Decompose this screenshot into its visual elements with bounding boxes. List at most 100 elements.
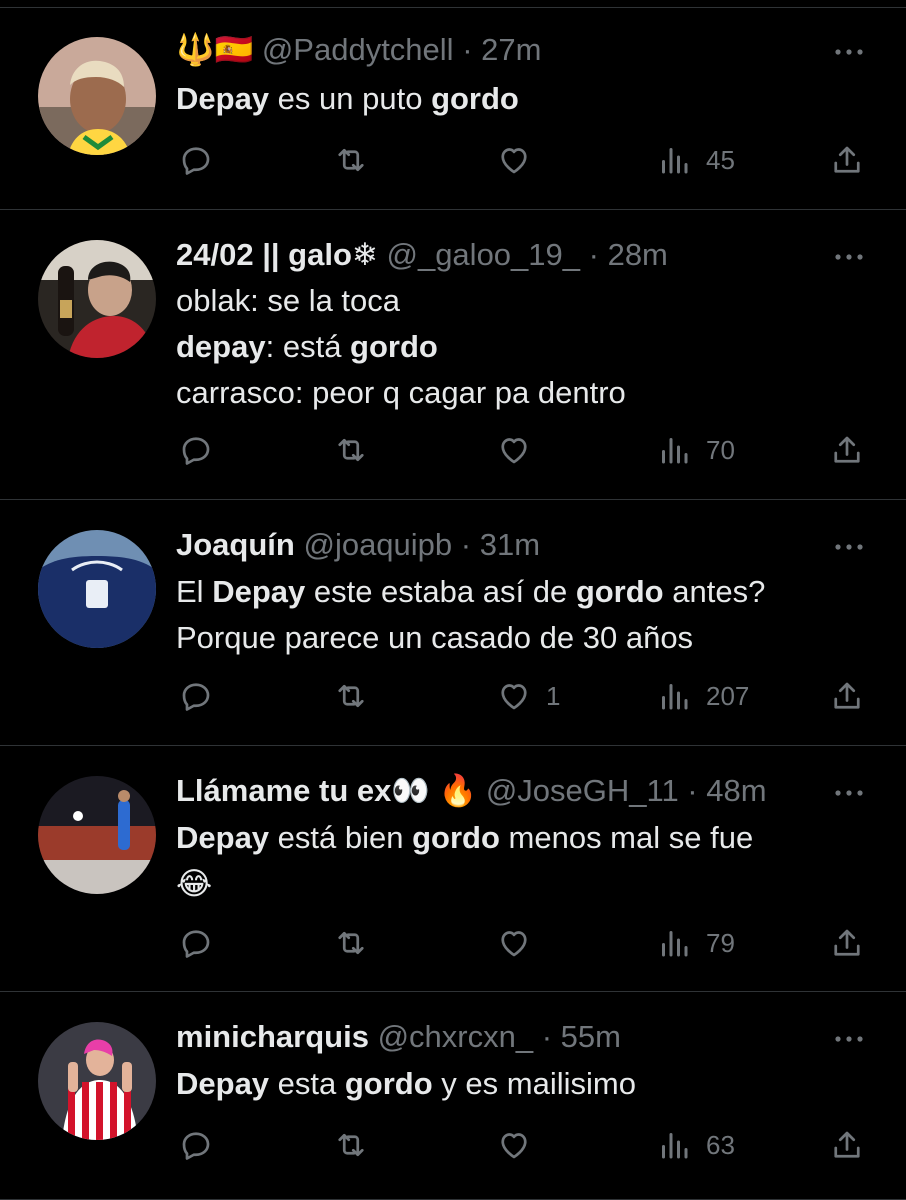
handle[interactable]: @JoseGH_11: [486, 773, 679, 808]
views-button[interactable]: 70: [656, 428, 735, 472]
retweet-button[interactable]: [333, 428, 369, 472]
retweet-button[interactable]: [333, 1123, 369, 1167]
reply-button[interactable]: [178, 674, 214, 718]
reply-icon: [178, 925, 214, 961]
handle[interactable]: @joaquipb: [303, 527, 452, 562]
views-icon: [656, 678, 692, 714]
tweet[interactable]: Joaquín @joaquipb · 31m El Depay este est…: [0, 500, 906, 746]
like-button[interactable]: 1: [496, 674, 560, 718]
retweet-button[interactable]: [333, 674, 369, 718]
view-count: 207: [706, 680, 750, 711]
tweet-text: Depay está bien gordo menos mal se fue 😂: [176, 815, 846, 907]
like-button[interactable]: [496, 428, 546, 472]
avatar[interactable]: [38, 776, 156, 894]
tweet-header: Joaquín @joaquipb · 31m: [176, 527, 540, 563]
tweet-header: 24/02 || galo❄ @_galoo_19_ · 28m: [176, 237, 668, 273]
like-button[interactable]: [496, 138, 546, 182]
reply-icon: [178, 678, 214, 714]
like-icon: [496, 142, 532, 178]
views-button[interactable]: 45: [656, 138, 735, 182]
display-name[interactable]: minicharquis: [176, 1019, 369, 1054]
text-segment: y es mailisimo: [432, 1066, 636, 1101]
reply-button[interactable]: [178, 428, 214, 472]
share-button[interactable]: [829, 428, 865, 472]
text-segment: Porque parece un casado de 30 años: [176, 620, 694, 655]
reply-button[interactable]: [178, 1123, 214, 1167]
retweet-button[interactable]: [333, 138, 369, 182]
like-button[interactable]: [496, 921, 546, 965]
avatar[interactable]: [38, 240, 156, 358]
bold-text: gordo: [350, 329, 438, 364]
text-segment: es un puto: [269, 81, 432, 116]
bold-text: gordo: [575, 574, 664, 609]
more-icon[interactable]: [832, 785, 866, 801]
bold-text: Depay: [212, 574, 306, 609]
tweet-actions: 1 207: [0, 674, 906, 718]
more-icon[interactable]: [832, 539, 866, 555]
timestamp[interactable]: 27m: [481, 32, 541, 67]
tweet-text-line: 😂: [176, 861, 846, 907]
views-icon: [656, 925, 692, 961]
views-button[interactable]: 207: [656, 674, 749, 718]
tweet-text-line: carrasco: peor q cagar pa dentro: [176, 370, 846, 416]
handle[interactable]: @Paddytchell: [262, 32, 454, 67]
like-button[interactable]: [496, 1123, 546, 1167]
text-segment: esta: [269, 1066, 345, 1101]
reply-icon: [178, 432, 214, 468]
text-segment: El: [176, 574, 213, 609]
tweet-text-line: Depay esta gordo y es mailisimo: [176, 1061, 846, 1107]
text-segment: : está: [265, 329, 351, 364]
share-icon: [829, 925, 865, 961]
bold-text: gordo: [412, 820, 500, 855]
retweet-button[interactable]: [333, 921, 369, 965]
top-divider: [0, 0, 906, 8]
views-button[interactable]: 79: [656, 921, 735, 965]
display-name[interactable]: 🔱🇪🇸: [176, 32, 253, 67]
text-segment: 😂: [176, 866, 213, 901]
tweet-text-line: El Depay este estaba así de gordo antes?: [176, 569, 846, 615]
retweet-icon: [333, 432, 369, 468]
tweet-text: oblak: se la toca depay: está gordo carras…: [176, 278, 846, 416]
display-name[interactable]: Llámame tu ex👀 🔥: [176, 773, 477, 808]
share-icon: [829, 1127, 865, 1163]
bold-text: gordo: [431, 81, 519, 116]
more-icon[interactable]: [832, 44, 866, 60]
timestamp[interactable]: 55m: [561, 1019, 621, 1054]
view-count: 63: [706, 1129, 735, 1160]
separator-dot: ·: [453, 32, 482, 67]
more-icon[interactable]: [832, 249, 866, 265]
separator-dot: ·: [580, 237, 608, 272]
like-icon: [496, 925, 532, 961]
tweet-text-line: oblak: se la toca: [176, 278, 846, 324]
reply-button[interactable]: [178, 921, 214, 965]
timestamp[interactable]: 48m: [706, 773, 766, 808]
share-button[interactable]: [829, 674, 865, 718]
bold-text: depay: [176, 329, 266, 364]
share-button[interactable]: [829, 138, 865, 182]
handle[interactable]: @chxrcxn_: [378, 1019, 534, 1054]
avatar[interactable]: [38, 530, 156, 648]
more-icon[interactable]: [832, 1031, 866, 1047]
tweet-actions: 70: [0, 428, 906, 472]
tweet-actions: 79: [0, 921, 906, 965]
handle[interactable]: @_galoo_19_: [386, 237, 580, 272]
reply-button[interactable]: [178, 138, 214, 182]
tweet[interactable]: 🔱🇪🇸 @Paddytchell · 27m Depay es un puto g…: [0, 10, 906, 210]
tweet[interactable]: minicharquis @chxrcxn_ · 55m Depay esta g…: [0, 992, 906, 1200]
separator-dot: ·: [452, 527, 480, 562]
share-icon: [829, 678, 865, 714]
reply-icon: [178, 142, 214, 178]
tweet[interactable]: Llámame tu ex👀 🔥 @JoseGH_11 · 48m Depay e…: [0, 746, 906, 992]
share-button[interactable]: [829, 1123, 865, 1167]
text-segment: este estaba así de: [305, 574, 576, 609]
like-icon: [496, 432, 532, 468]
timestamp[interactable]: 31m: [480, 527, 540, 562]
display-name[interactable]: Joaquín: [176, 527, 295, 562]
tweet[interactable]: 24/02 || galo❄ @_galoo_19_ · 28m oblak: s…: [0, 210, 906, 500]
views-button[interactable]: 63: [656, 1123, 735, 1167]
retweet-icon: [333, 678, 369, 714]
share-button[interactable]: [829, 921, 865, 965]
bold-text: Depay: [176, 1066, 270, 1101]
display-name[interactable]: 24/02 || galo❄: [176, 237, 378, 272]
timestamp[interactable]: 28m: [608, 237, 668, 272]
